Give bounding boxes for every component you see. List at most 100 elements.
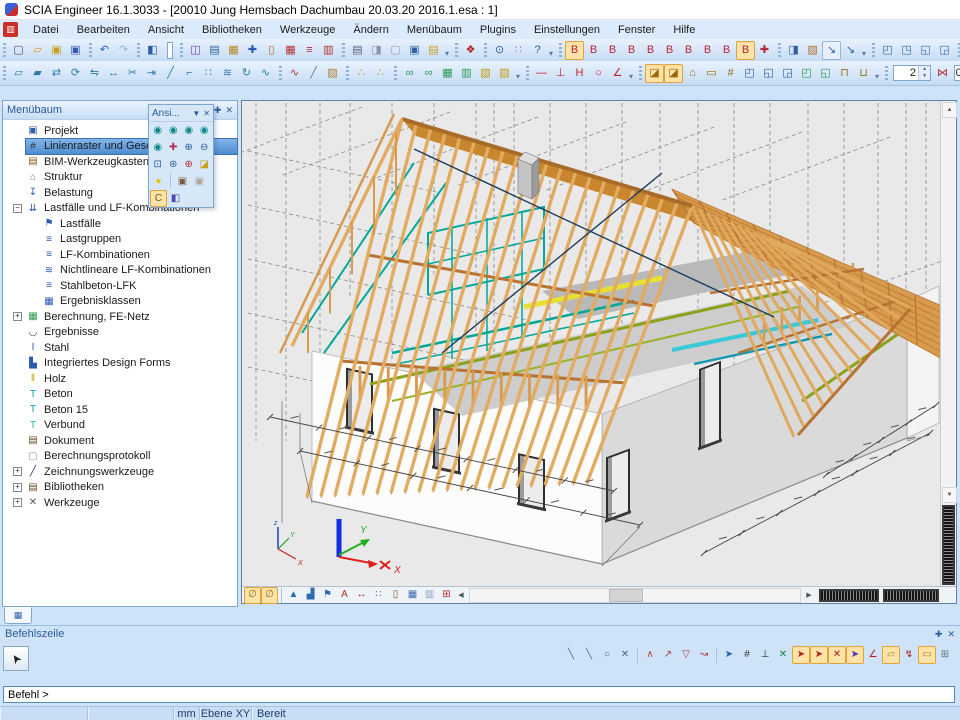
view-axonometric[interactable]: ◉ (197, 122, 213, 139)
select-by-property[interactable]: B (736, 41, 755, 60)
snap-zigzag[interactable]: ↯ (900, 646, 918, 664)
menu-bearbeiten[interactable]: Bearbeiten (68, 22, 139, 38)
offset-member[interactable]: ≋ (218, 64, 237, 83)
toolbar-grip[interactable] (342, 43, 345, 58)
view-top[interactable]: ◉ (150, 122, 166, 139)
tree-item-lastf-lle[interactable]: ⚑Lastfälle (3, 216, 237, 232)
array-member[interactable]: ∷ (199, 64, 218, 83)
horizontal-scrollbar[interactable] (469, 588, 801, 603)
point-grid[interactable]: ∷ (509, 41, 528, 60)
toolbar-grip[interactable] (137, 43, 140, 58)
rotate-member[interactable]: ⟳ (66, 64, 85, 83)
menu-ndern[interactable]: Ändern (344, 22, 397, 38)
show-loads[interactable]: ▟ (302, 587, 319, 604)
snap-midpoint[interactable]: ➤ (810, 646, 828, 664)
show-nodes[interactable]: ∷ (370, 587, 387, 604)
toolbar-grip[interactable] (3, 66, 6, 81)
menu-bibliotheken[interactable]: Bibliotheken (193, 22, 271, 38)
roof-view[interactable]: ⌂ (683, 64, 702, 83)
tree-item-beton[interactable]: TBeton (3, 387, 237, 403)
view-front[interactable]: ◉ (166, 122, 182, 139)
stretch-member[interactable]: ↔ (104, 64, 123, 83)
snap-angle[interactable]: ∠ (864, 646, 882, 664)
hatch-region[interactable]: ▨ (323, 64, 342, 83)
group-green-1[interactable]: ◰ (797, 64, 816, 83)
search-nodes[interactable]: ∞ (419, 64, 438, 83)
tree-item-holz[interactable]: ‖Holz (3, 371, 237, 387)
box-clip[interactable]: ◪ (645, 64, 664, 83)
zoom-in[interactable]: ⊕ (181, 139, 197, 156)
toolbar-overflow-icon[interactable]: ▾ (445, 49, 449, 58)
toolbar-overflow-icon[interactable]: ▾ (862, 49, 866, 58)
print[interactable]: ▤ (348, 41, 367, 60)
toolbar-grip[interactable] (484, 43, 487, 58)
scale-symbols[interactable]: ⋈ (933, 64, 952, 83)
named-selection-2[interactable]: ◱ (759, 64, 778, 83)
toolbar-overflow-icon[interactable]: ▾ (629, 72, 633, 81)
menu-datei[interactable]: Datei (24, 22, 68, 38)
circle-icon[interactable]: ○ (589, 64, 608, 83)
pan-slider[interactable] (819, 589, 879, 602)
trim-member[interactable]: ✂ (123, 64, 142, 83)
layer-manager[interactable]: ◨ (784, 41, 803, 60)
move-ucs[interactable]: ✚ (755, 41, 774, 60)
chevron-down-icon[interactable]: ▼ (192, 109, 200, 118)
toolbar-grip[interactable] (89, 43, 92, 58)
support-icon[interactable]: ⊥ (551, 64, 570, 83)
stamp-b[interactable]: ▨ (495, 64, 514, 83)
zoom-out[interactable]: ⊖ (197, 139, 213, 156)
close-icon[interactable]: ✕ (203, 109, 210, 118)
cursor-mode-button[interactable]: ➤ (3, 646, 29, 671)
project-combobox[interactable]: 20010 Jung Hemst ▼ (167, 42, 173, 59)
snap-arc[interactable]: ↝ (695, 646, 713, 664)
import-file[interactable]: ▣ (47, 41, 66, 60)
draw-line[interactable]: — (532, 64, 551, 83)
copy-member[interactable]: ▱ (9, 64, 28, 83)
export-document[interactable]: ▣ (405, 41, 424, 60)
select-polygon[interactable]: B (603, 41, 622, 60)
curve-edit[interactable]: ∿ (285, 64, 304, 83)
scroll-right-icon[interactable]: ▶ (803, 589, 815, 602)
toolbar-grip[interactable] (455, 43, 458, 58)
clip-c[interactable]: C (150, 190, 167, 207)
beam-profile[interactable]: ⊓ (835, 64, 854, 83)
tree-item-stahl[interactable]: IStahl (3, 340, 237, 356)
rotate-slider[interactable] (883, 589, 939, 602)
snap-circle[interactable]: ○ (598, 646, 616, 664)
polyline-edit[interactable]: ∿ (256, 64, 275, 83)
clip-plane-toggle[interactable]: ∅ (261, 587, 278, 604)
toolbar-grip[interactable] (526, 66, 529, 81)
snap-cross[interactable]: ✕ (828, 646, 846, 664)
save[interactable]: ▣ (66, 41, 85, 60)
symbol-scale-spinner[interactable]: 0.75▲▼ (954, 65, 960, 81)
view-side[interactable]: ◉ (181, 122, 197, 139)
break-member[interactable]: ╱ (161, 64, 180, 83)
save-viewpoint[interactable]: ◪ (197, 156, 213, 173)
snap-vertex[interactable]: ∧ (641, 646, 659, 664)
expand-toggle[interactable]: + (13, 483, 22, 492)
what-is[interactable]: ? (528, 41, 547, 60)
named-selection-1[interactable]: ◰ (740, 64, 759, 83)
show-dimensions[interactable]: ↔ (353, 587, 370, 604)
menu-plugins[interactable]: Plugins (471, 22, 525, 38)
menu-einstellungen[interactable]: Einstellungen (525, 22, 609, 38)
toolbar-grip[interactable] (279, 66, 282, 81)
layers[interactable]: ▤ (205, 41, 224, 60)
tree-item-integriertes-design-forms[interactable]: ▙Integriertes Design Forms (3, 356, 237, 372)
show-raster[interactable]: ⊞ (438, 587, 455, 604)
deselect-curve[interactable]: B (679, 41, 698, 60)
storey-view[interactable]: ▭ (702, 64, 721, 83)
show-members[interactable]: ▯ (387, 587, 404, 604)
tree-item-ergebnisse[interactable]: ◡Ergebnisse (3, 325, 237, 341)
pin-icon[interactable]: ✚ (214, 105, 222, 116)
toolbar-grip[interactable] (639, 66, 642, 81)
move-member[interactable]: ⇄ (47, 64, 66, 83)
toolbar-grip[interactable] (778, 43, 781, 58)
deselect-all[interactable]: B (698, 41, 717, 60)
camera-settings[interactable]: ▣ (191, 173, 208, 190)
open-project[interactable]: ▱ (28, 41, 47, 60)
paste-properties[interactable]: ▥ (457, 64, 476, 83)
document-gray[interactable]: ▢ (386, 41, 405, 60)
snap-line-end[interactable]: ╲ (562, 646, 580, 664)
angle-icon[interactable]: ∠ (608, 64, 627, 83)
